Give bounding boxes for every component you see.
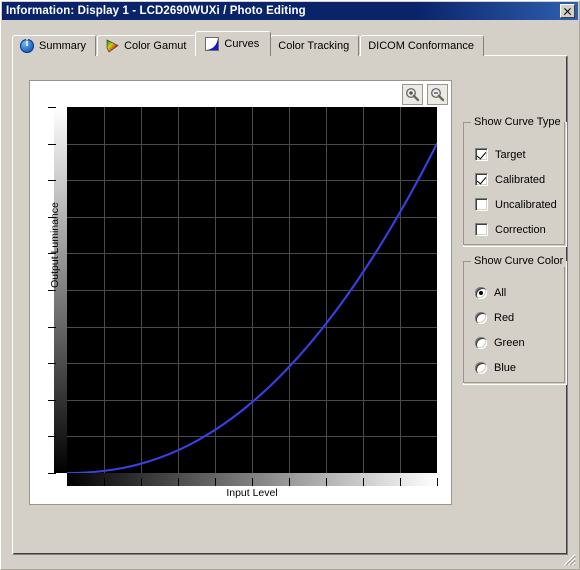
x-axis-tick <box>215 478 216 486</box>
uncalibrated-checkbox[interactable] <box>475 198 488 211</box>
target-checkbox[interactable] <box>475 148 488 161</box>
tab-color-tracking[interactable]: Color Tracking <box>270 35 360 56</box>
tab-color-gamut[interactable]: Color Gamut <box>97 35 197 56</box>
y-axis-label: Output Luminance <box>49 202 61 288</box>
green-radio[interactable] <box>475 337 487 349</box>
checkbox-correction[interactable]: Correction <box>475 223 546 236</box>
gamut-icon <box>105 39 119 53</box>
information-window: Information: Display 1 - LCD2690WUXi / P… <box>0 0 580 570</box>
chart-zoom-toolbar <box>402 84 448 105</box>
info-icon <box>20 38 34 53</box>
tab-color-tracking-label: Color Tracking <box>278 39 350 52</box>
y-axis-tick <box>48 363 56 364</box>
curves-plot <box>67 107 437 473</box>
y-axis-tick <box>48 327 56 328</box>
resize-grip-icon[interactable] <box>562 552 576 566</box>
radio-all[interactable]: All <box>475 287 506 299</box>
blue-radio[interactable] <box>475 362 487 374</box>
checkbox-uncalibrated[interactable]: Uncalibrated <box>475 198 557 211</box>
y-axis-tick <box>48 144 56 145</box>
calibrated-label: Calibrated <box>495 173 546 186</box>
x-axis-tick <box>363 478 364 486</box>
uncalibrated-label: Uncalibrated <box>495 198 557 211</box>
x-axis-label: Input Level <box>226 487 278 499</box>
x-axis-tick <box>178 478 179 486</box>
tab-color-gamut-label: Color Gamut <box>124 39 187 52</box>
tab-dicom-conformance[interactable]: DICOM Conformance <box>360 35 484 56</box>
x-axis-tick <box>67 478 68 486</box>
tab-summary[interactable]: Summary <box>12 35 97 56</box>
tab-curves[interactable]: Curves <box>195 31 272 56</box>
radio-blue[interactable]: Blue <box>475 362 516 374</box>
red-radio[interactable] <box>475 312 487 324</box>
radio-red[interactable]: Red <box>475 312 514 324</box>
target-label: Target <box>495 148 526 161</box>
calibrated-checkbox[interactable] <box>475 173 488 186</box>
tab-summary-label: Summary <box>39 39 87 52</box>
curves-chart-panel: Output Luminance Input Level <box>29 80 452 505</box>
all-radio[interactable] <box>475 287 487 299</box>
plot-wrapper: Output Luminance Input Level <box>30 81 451 504</box>
x-axis-tick <box>400 478 401 486</box>
zoom-out-icon <box>431 88 445 102</box>
plot-area <box>67 107 437 473</box>
y-axis-tick <box>48 473 56 474</box>
zoom-in-icon <box>406 88 420 102</box>
show-curve-color-group: Show Curve Color All Red Green Blue <box>463 255 567 385</box>
tab-curves-label: Curves <box>224 37 260 50</box>
show-curve-type-title: Show Curve Type <box>471 116 564 128</box>
x-axis-tick <box>326 478 327 486</box>
show-curve-color-title: Show Curve Color <box>471 255 567 267</box>
window-title: Information: Display 1 - LCD2690WUXi / P… <box>6 5 306 17</box>
y-axis-tick <box>48 400 56 401</box>
y-axis-tick <box>48 436 56 437</box>
blue-label: Blue <box>494 362 517 374</box>
all-label: All <box>494 287 507 299</box>
x-axis-tick <box>252 478 253 486</box>
red-label: Red <box>494 312 515 324</box>
show-curve-type-group: Show Curve Type Target Calibrated Uncali… <box>463 116 567 247</box>
radio-green[interactable]: Green <box>475 337 525 349</box>
close-button[interactable] <box>560 4 575 18</box>
correction-label: Correction <box>495 223 546 236</box>
checkbox-target[interactable]: Target <box>475 148 526 161</box>
tab-dicom-conformance-label: DICOM Conformance <box>368 39 474 52</box>
green-label: Green <box>494 337 525 349</box>
y-axis-tick <box>48 180 56 181</box>
x-axis-tick <box>141 478 142 486</box>
x-axis-tick <box>437 478 438 486</box>
curves-icon <box>205 37 220 51</box>
tab-strip: Summary <box>12 31 568 56</box>
checkbox-calibrated[interactable]: Calibrated <box>475 173 545 186</box>
correction-checkbox[interactable] <box>475 223 488 236</box>
x-axis-tick <box>289 478 290 486</box>
zoom-in-button[interactable] <box>402 84 423 105</box>
tab-page-curves: Output Luminance Input Level Show Curve … <box>12 55 568 555</box>
title-bar[interactable]: Information: Display 1 - LCD2690WUXi / P… <box>2 2 578 20</box>
client-area: Summary <box>2 20 578 568</box>
zoom-out-button[interactable] <box>427 84 448 105</box>
y-axis-tick <box>48 107 56 108</box>
x-axis-tick <box>104 478 105 486</box>
